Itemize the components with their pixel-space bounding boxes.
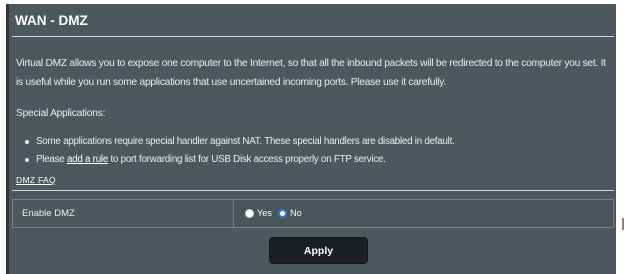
page-title: WAN - DMZ: [15, 13, 88, 28]
enable-dmz-label: Enable DMZ: [22, 208, 75, 219]
list-item: Please add a rule to port forwarding lis…: [25, 151, 455, 169]
panel-left-edge: [6, 4, 9, 274]
edge-marker: [622, 218, 624, 230]
bullet-text-suffix: to port forwarding list for USB Disk acc…: [108, 154, 386, 165]
enable-dmz-radio-group: Yes No: [245, 208, 308, 218]
radio-unchecked-icon[interactable]: [245, 208, 254, 218]
enable-dmz-row: Enable DMZ Yes No: [12, 199, 614, 228]
enable-dmz-label-cell: Enable DMZ: [13, 200, 234, 227]
title-divider: [12, 36, 614, 37]
bullet-text-prefix: Please: [36, 154, 67, 165]
dmz-settings-panel: WAN - DMZ Virtual DMZ allows you to expo…: [6, 4, 616, 274]
radio-checked-icon[interactable]: [278, 208, 287, 218]
dmz-no-label[interactable]: No: [290, 208, 302, 218]
bullet-icon: [25, 140, 29, 144]
faq-divider: [12, 190, 614, 191]
dmz-description: Virtual DMZ allows you to expose one com…: [16, 58, 606, 88]
dmz-faq-link[interactable]: DMZ FAQ: [16, 175, 56, 185]
bullet-text-nat: Some applications require special handle…: [36, 136, 455, 147]
dmz-yes-label[interactable]: Yes: [257, 208, 272, 218]
apply-button[interactable]: Apply: [269, 237, 368, 264]
bullet-icon: [25, 158, 29, 162]
add-rule-link[interactable]: add a rule: [67, 154, 108, 165]
special-applications-heading: Special Applications:: [16, 108, 106, 119]
special-applications-list: Some applications require special handle…: [25, 133, 455, 169]
list-item: Some applications require special handle…: [25, 133, 455, 151]
